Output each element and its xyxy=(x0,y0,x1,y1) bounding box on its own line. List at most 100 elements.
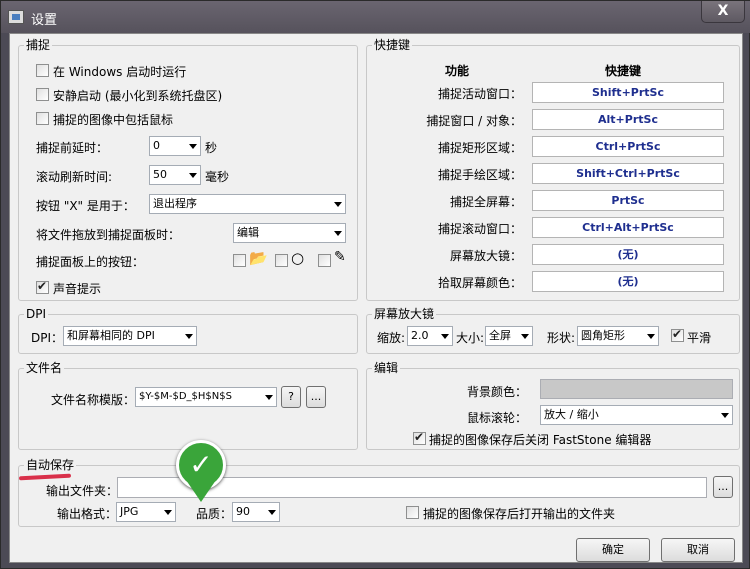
ok-button[interactable]: 确定 xyxy=(576,538,650,562)
zoom-select[interactable]: 2.0 xyxy=(407,326,453,346)
template-select[interactable]: $Y-$M-$D_$H$N$S xyxy=(135,387,277,407)
dpi-label: DPI： xyxy=(31,331,64,345)
delay-unit: 秒 xyxy=(205,141,218,155)
bg-color-label: 背景颜色： xyxy=(467,385,528,399)
magnifier-group: 屏幕放大镜 缩放: 2.0 大小: 全屏 形状: 圆角矩形 平滑 xyxy=(366,307,740,354)
run-at-startup-checkbox[interactable] xyxy=(36,64,49,77)
sound-checkbox[interactable] xyxy=(36,279,49,294)
drag-drop-label: 将文件拖放到捕捉面板时： xyxy=(36,228,181,242)
zoom-label: 缩放: xyxy=(377,331,406,345)
shape-value: 圆角矩形 xyxy=(581,329,625,342)
template-more-button[interactable]: ... xyxy=(306,386,326,408)
panel-open-checkbox[interactable] xyxy=(233,254,246,267)
x-button-select[interactable]: 退出程序 xyxy=(149,194,346,214)
folder-label: 输出文件夹： xyxy=(46,484,119,498)
size-value: 全屏 xyxy=(489,329,511,342)
smooth-label: 平滑 xyxy=(687,331,712,345)
delay-label: 捕捉前延时： xyxy=(36,141,109,155)
dpi-value: 和屏幕相同的 DPI xyxy=(67,329,155,342)
panel-picker-checkbox[interactable] xyxy=(318,254,331,267)
capture-group: 捕捉 在 Windows 启动时运行 安静启动 (最小化到系统托盘区) 捕捉的图… xyxy=(18,38,358,301)
wheel-label: 鼠标滚轮： xyxy=(467,411,528,425)
hotkey-field[interactable]: Shift+Ctrl+PrtSc xyxy=(532,163,724,184)
chevron-down-icon xyxy=(265,395,273,400)
chevron-down-icon xyxy=(268,510,276,515)
chevron-down-icon xyxy=(334,202,342,207)
delay-select[interactable]: 0 xyxy=(149,136,201,156)
template-help-button[interactable]: ? xyxy=(281,386,301,408)
hotkey-function-label: 捕捉手绘区域： xyxy=(437,168,522,182)
sound-label: 声音提示 xyxy=(53,282,102,296)
shape-label: 形状: xyxy=(547,331,576,345)
smooth-checkbox[interactable] xyxy=(671,327,684,342)
hotkey-function-label: 拾取屏幕颜色： xyxy=(437,276,522,290)
bg-color-swatch[interactable] xyxy=(540,379,733,399)
hotkey-field[interactable]: Ctrl+PrtSc xyxy=(532,136,724,157)
chevron-down-icon xyxy=(189,173,197,178)
edit-group-label: 编辑 xyxy=(372,361,401,375)
drag-drop-select[interactable]: 编辑 xyxy=(233,223,346,243)
shape-select[interactable]: 圆角矩形 xyxy=(577,326,659,346)
cancel-button[interactable]: 取消 xyxy=(661,538,735,562)
hotkey-field[interactable]: Ctrl+Alt+PrtSc xyxy=(532,217,724,238)
hotkey-field[interactable]: PrtSc xyxy=(532,190,724,211)
format-label: 输出格式： xyxy=(57,507,118,521)
panel-buttons-label: 捕捉面板上的按钮： xyxy=(36,255,145,269)
hotkey-function-label: 屏幕放大镜： xyxy=(449,249,522,263)
panel-search-checkbox[interactable] xyxy=(275,254,288,267)
chevron-down-icon xyxy=(185,334,193,339)
edit-group: 编辑 背景颜色： 鼠标滚轮： 放大 / 缩小 捕捉的图像保存后关闭 FastSt… xyxy=(366,361,740,450)
chevron-down-icon xyxy=(189,144,197,149)
scroll-select[interactable]: 50 xyxy=(149,165,201,185)
green-pointer-icon xyxy=(186,480,216,502)
hotkeys-col-function: 功能 xyxy=(445,64,470,78)
scroll-unit: 毫秒 xyxy=(205,170,230,184)
folder-open-icon: 📂 xyxy=(249,249,268,267)
filename-group: 文件名 文件名称模版： $Y-$M-$D_$H$N$S ? ... xyxy=(18,361,358,450)
include-cursor-label: 捕捉的图像中包括鼠标 xyxy=(53,113,174,127)
quality-value: 90 xyxy=(236,505,250,518)
format-value: JPG xyxy=(120,505,139,518)
template-value: $Y-$M-$D_$H$N$S xyxy=(139,391,232,402)
quality-label: 品质： xyxy=(196,507,233,521)
search-icon: ○ xyxy=(291,249,305,267)
chevron-down-icon xyxy=(521,334,529,339)
dpi-select[interactable]: 和屏幕相同的 DPI xyxy=(63,326,197,346)
settings-window: 设置 X 捕捉 在 Windows 启动时运行 安静启动 (最小化到系统托盘区)… xyxy=(0,0,750,569)
hotkey-function-label: 捕捉全屏幕： xyxy=(449,195,522,209)
hotkey-field[interactable]: (无) xyxy=(532,244,724,265)
chevron-down-icon xyxy=(334,231,342,236)
quiet-start-checkbox[interactable] xyxy=(36,88,49,101)
delay-value: 0 xyxy=(153,139,160,152)
capture-group-label: 捕捉 xyxy=(24,38,53,52)
wheel-value: 放大 / 缩小 xyxy=(544,408,599,421)
dpi-group-label: DPI xyxy=(24,307,49,321)
scroll-value: 50 xyxy=(153,168,167,181)
include-cursor-checkbox[interactable] xyxy=(36,112,49,125)
autosave-group-label: 自动保存 xyxy=(24,458,77,472)
wheel-select[interactable]: 放大 / 缩小 xyxy=(540,405,733,425)
window-title: 设置 xyxy=(31,13,58,28)
hotkey-field[interactable]: Shift+PrtSc xyxy=(532,82,724,103)
quality-select[interactable]: 90 xyxy=(232,502,280,522)
filename-group-label: 文件名 xyxy=(24,361,65,375)
close-editor-checkbox[interactable] xyxy=(413,430,426,445)
hotkey-field[interactable]: Alt+PrtSc xyxy=(532,109,724,130)
open-folder-checkbox[interactable] xyxy=(406,506,419,519)
chevron-down-icon xyxy=(721,413,729,418)
format-select[interactable]: JPG xyxy=(116,502,176,522)
hotkeys-col-hotkey: 快捷键 xyxy=(605,64,642,78)
hotkey-function-label: 捕捉矩形区域： xyxy=(437,141,522,155)
browse-folder-button[interactable]: ... xyxy=(713,476,733,498)
hotkeys-group-label: 快捷键 xyxy=(372,38,413,52)
title-bar[interactable]: 设置 X xyxy=(1,1,750,33)
dpi-group: DPI DPI： 和屏幕相同的 DPI xyxy=(18,307,358,354)
hotkey-field[interactable]: (无) xyxy=(532,271,724,292)
close-button[interactable]: X xyxy=(701,1,745,23)
run-at-startup-label: 在 Windows 启动时运行 xyxy=(53,65,187,79)
chevron-down-icon xyxy=(164,510,172,515)
hotkey-function-label: 捕捉窗口 / 对象： xyxy=(426,114,522,128)
size-select[interactable]: 全屏 xyxy=(485,326,533,346)
autosave-group: 自动保存 输出文件夹： ... 输出格式： JPG 品质： 90 捕捉的图像保存… xyxy=(18,458,740,527)
chevron-down-icon xyxy=(647,334,655,339)
